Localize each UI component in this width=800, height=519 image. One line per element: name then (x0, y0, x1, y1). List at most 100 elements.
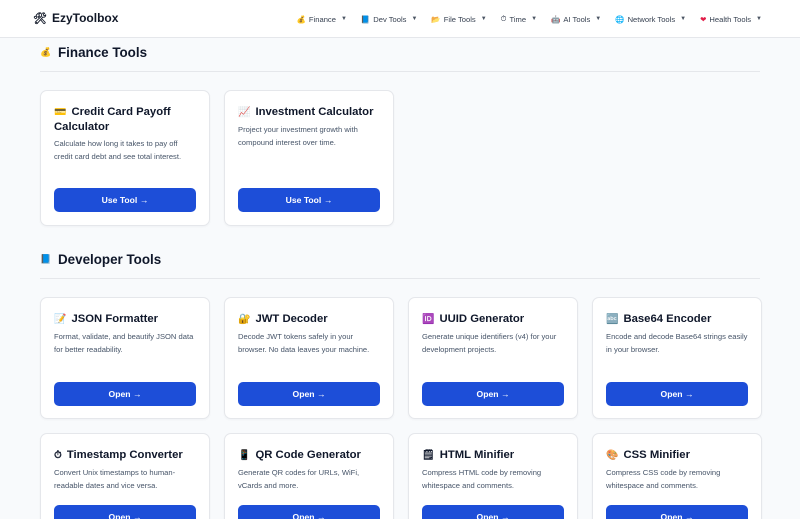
tools-icon: 🛠 (33, 12, 47, 25)
money-bag-icon: 💰 (296, 14, 306, 24)
nav-label: AI Tools (563, 14, 591, 24)
palette-icon: 🎨 (606, 450, 619, 461)
nav-label: Network Tools (627, 14, 676, 24)
card-title: 📱 QR Code Generator (238, 448, 381, 463)
nav-menu: 💰 Finance ▼ 📘 Dev Tools ▼ 📂 File Tools ▼… (297, 0, 762, 38)
nav-label: Finance (308, 14, 336, 24)
nav-label: Dev Tools (373, 14, 407, 24)
book-icon: 📘 (40, 254, 52, 264)
finance-section-title: 💰 Finance Tools (40, 45, 147, 60)
section-divider (40, 278, 760, 279)
tool-card-credit-card-payoff: 💳 Credit Card Payoff Calculator Calculate… (40, 90, 210, 226)
globe-icon: 🌐 (615, 14, 625, 24)
nav-label: Health Tools (709, 14, 752, 24)
open-button[interactable]: Open → (606, 382, 748, 406)
caret-down-icon: ▼ (340, 16, 347, 22)
stopwatch-icon: ⏱ (54, 450, 62, 461)
credit-card-icon: 💳 (54, 107, 67, 118)
card-title-text: JSON Formatter (71, 313, 159, 325)
nav-label: Time (509, 14, 527, 24)
tool-card-timestamp-converter: ⏱ Timestamp Converter Convert Unix timest… (40, 433, 210, 519)
card-title: 🔤 Base64 Encoder (606, 312, 749, 327)
nav-health-tools[interactable]: ❤ Health Tools ▼ (700, 15, 762, 24)
caret-down-icon: ▼ (680, 16, 687, 22)
card-title-text: Timestamp Converter (66, 449, 183, 461)
card-title: 💳 Credit Card Payoff Calculator (54, 105, 197, 134)
brand-name: EzyToolbox (51, 11, 119, 25)
notepad-icon: 🗒 (422, 450, 435, 461)
open-button[interactable]: Open → (54, 382, 196, 406)
tool-card-jwt-decoder: 🔐 JWT Decoder Decode JWT tokens safely in… (224, 297, 394, 419)
nav-file-tools[interactable]: 📂 File Tools ▼ (431, 15, 486, 24)
card-title: ⏱ Timestamp Converter (54, 448, 197, 463)
open-button[interactable]: Open → (238, 382, 380, 406)
mobile-phone-icon: 📱 (238, 450, 251, 461)
nav-time[interactable]: ⏱ Time ▼ (501, 14, 537, 24)
card-description: Compress CSS code by removing whitespace… (606, 468, 721, 490)
book-icon: 📘 (360, 14, 371, 24)
nav-dev-tools[interactable]: 📘 Dev Tools ▼ (361, 15, 418, 24)
caret-down-icon: ▼ (480, 16, 487, 22)
memo-icon: 📝 (54, 314, 67, 325)
section-heading: Finance Tools (58, 45, 148, 60)
use-tool-button[interactable]: Use Tool → (238, 188, 380, 212)
open-button[interactable]: Open → (606, 505, 748, 519)
top-navbar: 🛠 EzyToolbox 💰 Finance ▼ 📘 Dev Tools ▼ 📂… (0, 0, 800, 38)
section-heading: Developer Tools (58, 252, 162, 267)
open-button[interactable]: Open → (238, 505, 380, 519)
card-title: 🗒 HTML Minifier (422, 448, 565, 463)
card-title-text: HTML Minifier (439, 449, 515, 461)
heart-icon: ❤ (700, 14, 707, 24)
nav-label: File Tools (443, 14, 476, 24)
tool-card-json-formatter: 📝 JSON Formatter Format, validate, and be… (40, 297, 210, 419)
folder-icon: 📂 (431, 14, 441, 24)
card-title: 📝 JSON Formatter (54, 312, 197, 327)
nav-ai-tools[interactable]: 🤖 AI Tools ▼ (551, 15, 601, 24)
use-tool-button[interactable]: Use Tool → (54, 188, 196, 212)
chart-up-icon: 📈 (238, 107, 251, 118)
id-badge-icon: 🆔 (422, 314, 435, 325)
developer-section-title: 📘 Developer Tools (40, 252, 161, 267)
open-button[interactable]: Open → (422, 382, 564, 406)
open-button[interactable]: Open → (54, 505, 196, 519)
card-title-text: Credit Card Payoff Calculator (54, 106, 171, 133)
tool-card-qr-code-generator: 📱 QR Code Generator Generate QR codes for… (224, 433, 394, 519)
tool-card-html-minifier: 🗒 HTML Minifier Compress HTML code by rem… (408, 433, 578, 519)
section-divider (40, 71, 760, 72)
caret-down-icon: ▼ (411, 16, 418, 22)
caret-down-icon: ▼ (531, 16, 538, 22)
card-title-text: JWT Decoder (255, 313, 328, 325)
card-title-text: UUID Generator (439, 313, 525, 325)
card-description: Project your investment growth with comp… (238, 125, 358, 147)
abc-icon: 🔤 (606, 314, 619, 325)
card-description: Generate unique identifiers (v4) for you… (422, 332, 557, 354)
money-bag-icon: 💰 (40, 47, 52, 57)
card-title-text: Base64 Encoder (623, 313, 712, 325)
tool-card-css-minifier: 🎨 CSS Minifier Compress CSS code by remov… (592, 433, 762, 519)
card-title-text: CSS Minifier (623, 449, 690, 461)
card-title: 🆔 UUID Generator (422, 312, 565, 327)
card-title-text: QR Code Generator (255, 449, 361, 461)
brand-logo[interactable]: 🛠 EzyToolbox (33, 11, 118, 25)
caret-down-icon: ▼ (595, 16, 602, 22)
open-button[interactable]: Open → (422, 505, 564, 519)
tool-card-investment-calculator: 📈 Investment Calculator Project your inve… (224, 90, 394, 226)
lock-key-icon: 🔐 (238, 314, 251, 325)
card-description: Encode and decode Base64 strings easily … (606, 332, 748, 354)
card-description: Generate QR codes for URLs, WiFi, vCards… (238, 468, 360, 490)
card-description: Decode JWT tokens safely in your browser… (238, 332, 370, 354)
card-title: 🔐 JWT Decoder (238, 312, 381, 327)
card-description: Calculate how long it takes to pay off c… (54, 139, 182, 161)
stopwatch-icon: ⏱ (500, 14, 507, 23)
card-description: Convert Unix timestamps to human-readabl… (54, 468, 176, 490)
tool-card-uuid-generator: 🆔 UUID Generator Generate unique identifi… (408, 297, 578, 419)
card-description: Compress HTML code by removing whitespac… (422, 468, 542, 490)
nav-finance[interactable]: 💰 Finance ▼ (297, 15, 347, 24)
robot-icon: 🤖 (551, 14, 561, 24)
card-title: 📈 Investment Calculator (238, 105, 381, 120)
card-title-text: Investment Calculator (255, 106, 374, 118)
nav-network-tools[interactable]: 🌐 Network Tools ▼ (615, 15, 686, 24)
card-title: 🎨 CSS Minifier (606, 448, 749, 463)
card-description: Format, validate, and beautify JSON data… (54, 332, 194, 354)
caret-down-icon: ▼ (756, 16, 762, 22)
